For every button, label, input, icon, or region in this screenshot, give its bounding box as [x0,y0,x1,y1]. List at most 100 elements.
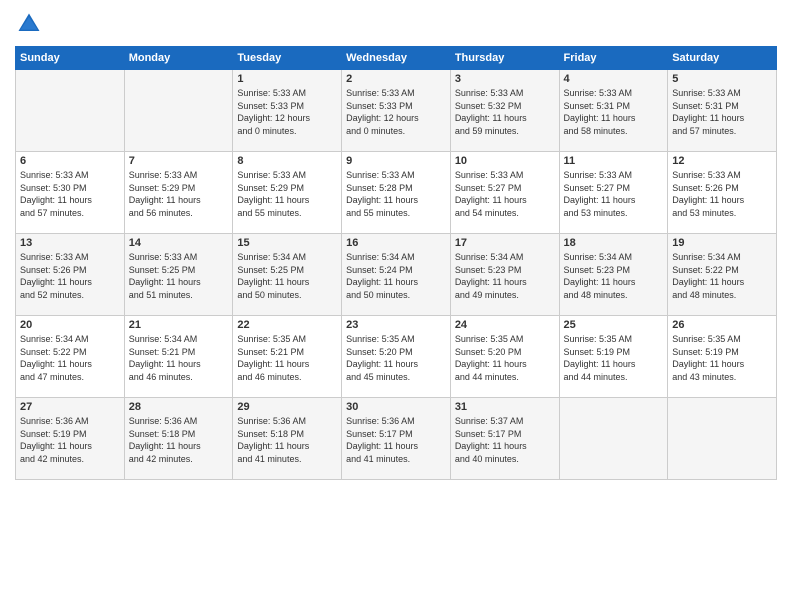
calendar-cell: 14 Sunrise: 5:33 AM Sunset: 5:25 PM Dayli… [124,234,233,316]
calendar-cell: 18Sunrise: 5:34 AM Sunset: 5:23 PM Dayli… [559,234,668,316]
calendar-cell: 1 Sunrise: 5:33 AM Sunset: 5:33 PM Daylig… [233,70,342,152]
calendar-cell: 23 Sunrise: 5:35 AM Sunset: 5:20 PM Dayli… [342,316,451,398]
weekday-header-monday: Monday [124,47,233,70]
day-info: Sunrise: 5:33 AM Sunset: 5:26 PM Dayligh… [20,251,120,301]
week-row-2: 13 Sunrise: 5:33 AM Sunset: 5:26 PM Dayli… [16,234,777,316]
day-number: 13 [20,237,120,249]
calendar-cell: 22Sunrise: 5:35 AM Sunset: 5:21 PM Dayli… [233,316,342,398]
day-info: Sunrise: 5:33 AM Sunset: 5:30 PM Dayligh… [20,169,120,219]
week-row-0: 1 Sunrise: 5:33 AM Sunset: 5:33 PM Daylig… [16,70,777,152]
day-number: 23 [346,319,446,331]
day-number: 30 [346,401,446,413]
day-number: 10 [455,155,555,167]
day-info: Sunrise: 5:34 AM Sunset: 5:24 PM Dayligh… [346,251,446,301]
day-info: Sunrise: 5:33 AM Sunset: 5:32 PM Dayligh… [455,87,555,137]
calendar-cell: 19 Sunrise: 5:34 AM Sunset: 5:22 PM Dayli… [668,234,777,316]
day-number: 17 [455,237,555,249]
day-number: 27 [20,401,120,413]
day-info: Sunrise: 5:33 AM Sunset: 5:25 PM Dayligh… [129,251,229,301]
calendar-cell: 17Sunrise: 5:34 AM Sunset: 5:23 PM Dayli… [450,234,559,316]
calendar-cell: 11 Sunrise: 5:33 AM Sunset: 5:27 PM Dayli… [559,152,668,234]
day-info: Sunrise: 5:35 AM Sunset: 5:19 PM Dayligh… [564,333,664,383]
day-number: 16 [346,237,446,249]
calendar-cell: 10 Sunrise: 5:33 AM Sunset: 5:27 PM Dayli… [450,152,559,234]
weekday-header-thursday: Thursday [450,47,559,70]
logo [15,10,47,38]
day-info: Sunrise: 5:36 AM Sunset: 5:19 PM Dayligh… [20,415,120,465]
day-info: Sunrise: 5:34 AM Sunset: 5:23 PM Dayligh… [564,251,664,301]
day-info: Sunrise: 5:33 AM Sunset: 5:28 PM Dayligh… [346,169,446,219]
day-info: Sunrise: 5:33 AM Sunset: 5:33 PM Dayligh… [237,87,337,137]
weekday-header-wednesday: Wednesday [342,47,451,70]
calendar-cell: 16 Sunrise: 5:34 AM Sunset: 5:24 PM Dayli… [342,234,451,316]
calendar-cell: 25 Sunrise: 5:35 AM Sunset: 5:19 PM Dayli… [559,316,668,398]
day-info: Sunrise: 5:34 AM Sunset: 5:22 PM Dayligh… [20,333,120,383]
day-number: 3 [455,73,555,85]
calendar-cell: 9 Sunrise: 5:33 AM Sunset: 5:28 PM Daylig… [342,152,451,234]
day-number: 9 [346,155,446,167]
day-number: 8 [237,155,337,167]
calendar-cell: 13 Sunrise: 5:33 AM Sunset: 5:26 PM Dayli… [16,234,125,316]
day-info: Sunrise: 5:36 AM Sunset: 5:17 PM Dayligh… [346,415,446,465]
day-number: 21 [129,319,229,331]
page: SundayMondayTuesdayWednesdayThursdayFrid… [0,0,792,612]
day-number: 29 [237,401,337,413]
week-row-3: 20Sunrise: 5:34 AM Sunset: 5:22 PM Dayli… [16,316,777,398]
calendar-cell: 24 Sunrise: 5:35 AM Sunset: 5:20 PM Dayli… [450,316,559,398]
calendar-cell: 29 Sunrise: 5:36 AM Sunset: 5:18 PM Dayli… [233,398,342,480]
day-info: Sunrise: 5:33 AM Sunset: 5:27 PM Dayligh… [564,169,664,219]
day-info: Sunrise: 5:33 AM Sunset: 5:29 PM Dayligh… [129,169,229,219]
calendar-cell: 30 Sunrise: 5:36 AM Sunset: 5:17 PM Dayli… [342,398,451,480]
header [15,10,777,38]
weekday-header-saturday: Saturday [668,47,777,70]
day-info: Sunrise: 5:35 AM Sunset: 5:20 PM Dayligh… [346,333,446,383]
calendar-cell: 4Sunrise: 5:33 AM Sunset: 5:31 PM Daylig… [559,70,668,152]
weekday-header-tuesday: Tuesday [233,47,342,70]
day-number: 26 [672,319,772,331]
day-number: 11 [564,155,664,167]
day-number: 19 [672,237,772,249]
day-info: Sunrise: 5:33 AM Sunset: 5:27 PM Dayligh… [455,169,555,219]
calendar-cell: 21Sunrise: 5:34 AM Sunset: 5:21 PM Dayli… [124,316,233,398]
week-row-4: 27 Sunrise: 5:36 AM Sunset: 5:19 PM Dayli… [16,398,777,480]
calendar-cell: 5Sunrise: 5:33 AM Sunset: 5:31 PM Daylig… [668,70,777,152]
calendar-cell [559,398,668,480]
calendar-table: SundayMondayTuesdayWednesdayThursdayFrid… [15,46,777,480]
day-info: Sunrise: 5:35 AM Sunset: 5:19 PM Dayligh… [672,333,772,383]
day-number: 1 [237,73,337,85]
day-number: 15 [237,237,337,249]
day-number: 6 [20,155,120,167]
day-number: 14 [129,237,229,249]
calendar-cell [124,70,233,152]
calendar-cell: 8Sunrise: 5:33 AM Sunset: 5:29 PM Daylig… [233,152,342,234]
calendar-cell: 7Sunrise: 5:33 AM Sunset: 5:29 PM Daylig… [124,152,233,234]
calendar-cell: 3 Sunrise: 5:33 AM Sunset: 5:32 PM Daylig… [450,70,559,152]
day-number: 28 [129,401,229,413]
week-row-1: 6 Sunrise: 5:33 AM Sunset: 5:30 PM Daylig… [16,152,777,234]
calendar-cell: 26 Sunrise: 5:35 AM Sunset: 5:19 PM Dayli… [668,316,777,398]
day-info: Sunrise: 5:35 AM Sunset: 5:21 PM Dayligh… [237,333,337,383]
calendar-cell: 28 Sunrise: 5:36 AM Sunset: 5:18 PM Dayli… [124,398,233,480]
weekday-header-sunday: Sunday [16,47,125,70]
day-info: Sunrise: 5:35 AM Sunset: 5:20 PM Dayligh… [455,333,555,383]
day-info: Sunrise: 5:37 AM Sunset: 5:17 PM Dayligh… [455,415,555,465]
calendar-cell: 15Sunrise: 5:34 AM Sunset: 5:25 PM Dayli… [233,234,342,316]
day-info: Sunrise: 5:36 AM Sunset: 5:18 PM Dayligh… [237,415,337,465]
day-number: 12 [672,155,772,167]
day-number: 24 [455,319,555,331]
calendar-cell [668,398,777,480]
calendar-cell: 20Sunrise: 5:34 AM Sunset: 5:22 PM Dayli… [16,316,125,398]
day-info: Sunrise: 5:36 AM Sunset: 5:18 PM Dayligh… [129,415,229,465]
calendar-cell: 31 Sunrise: 5:37 AM Sunset: 5:17 PM Dayli… [450,398,559,480]
day-number: 25 [564,319,664,331]
calendar-cell: 2 Sunrise: 5:33 AM Sunset: 5:33 PM Daylig… [342,70,451,152]
day-number: 5 [672,73,772,85]
day-info: Sunrise: 5:33 AM Sunset: 5:31 PM Dayligh… [564,87,664,137]
day-number: 2 [346,73,446,85]
day-info: Sunrise: 5:34 AM Sunset: 5:22 PM Dayligh… [672,251,772,301]
calendar-cell [16,70,125,152]
day-info: Sunrise: 5:33 AM Sunset: 5:33 PM Dayligh… [346,87,446,137]
calendar-cell: 12Sunrise: 5:33 AM Sunset: 5:26 PM Dayli… [668,152,777,234]
day-number: 31 [455,401,555,413]
weekday-header-friday: Friday [559,47,668,70]
